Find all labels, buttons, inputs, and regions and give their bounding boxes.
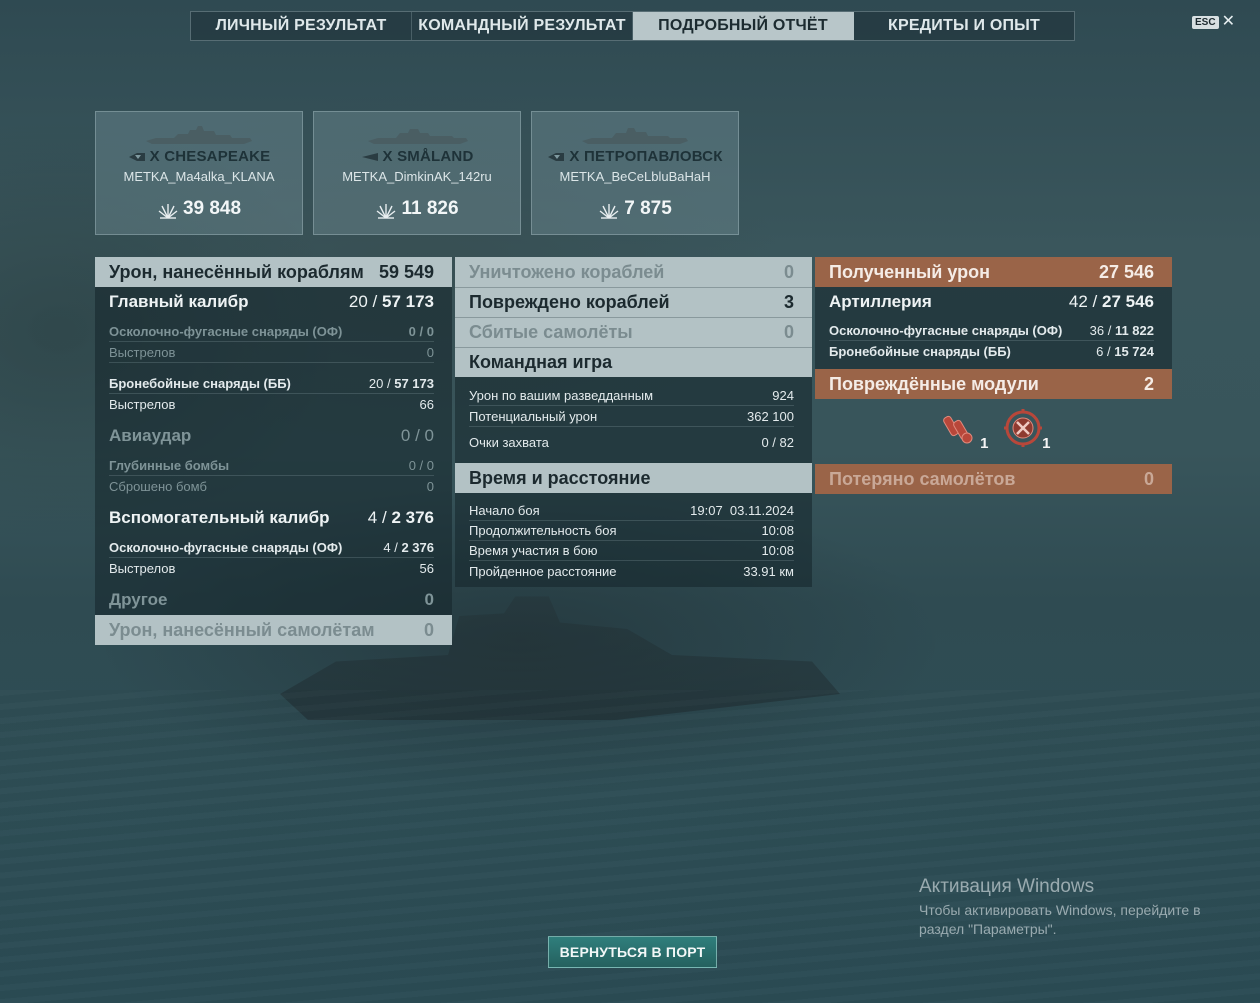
main-battery-header: Главный калибр 20 / 57 173 bbox=[95, 287, 452, 317]
bombs-dropped-row: Сброшено бомб 0 bbox=[109, 479, 434, 494]
ship-name: X SMÅLAND bbox=[383, 148, 474, 165]
ship-card[interactable]: X ПЕТРОПАВЛОВСК METKA_BeCeLbluBaHaH 7 87… bbox=[531, 111, 739, 235]
ship-silhouette-icon bbox=[368, 129, 468, 144]
tab-team-result[interactable]: КОМАНДНЫЙ РЕЗУЛЬТАТ bbox=[412, 12, 633, 40]
mb-ap-row: Бронебойные снаряды (ББ) 20 / 57 173 bbox=[109, 373, 434, 394]
aircraft-damage-header: Урон, нанесённый самолётам 0 bbox=[95, 615, 452, 645]
return-to-port-button[interactable]: ВЕРНУТЬСЯ В ПОРТ bbox=[548, 936, 717, 968]
ship-tier: X bbox=[149, 148, 160, 165]
planes-lost-header: Потеряно самолётов 0 bbox=[815, 464, 1172, 494]
damage-received-panel: Полученный урон 27 546 Артиллерия 42 / 2… bbox=[815, 257, 1172, 494]
tab-personal-result[interactable]: ЛИЧНЫЙ РЕЗУЛЬТАТ bbox=[191, 12, 412, 40]
ship-damage-value: 39 848 bbox=[182, 198, 242, 219]
destroyed-ships-header: Уничтожено кораблей 0 bbox=[455, 257, 812, 287]
player-name: METKA_DimkinAK_142ru bbox=[342, 169, 492, 184]
player-name: METKA_BeCeLbluBaHaH bbox=[559, 169, 711, 184]
steering-gear-icon bbox=[1003, 409, 1042, 447]
cruiser-icon bbox=[548, 152, 565, 161]
torpedo-tubes-module: 1 bbox=[941, 408, 989, 452]
steering-gear-module: 1 bbox=[1003, 408, 1051, 452]
esc-close-button[interactable]: ESC ✕ bbox=[1192, 13, 1235, 30]
received-ap-row: Бронебойные снаряды (ББ) 6 / 15 724 bbox=[829, 343, 1154, 359]
secondary-battery-header: Вспомогательный калибр 4 / 2 376 bbox=[95, 503, 452, 533]
ships-damage-header: Урон, нанесённый кораблям 59 549 bbox=[95, 257, 452, 287]
mb-ap-shots-row: Выстрелов 66 bbox=[109, 397, 434, 412]
other-header: Другое 0 bbox=[95, 585, 452, 615]
esc-key-label: ESC bbox=[1192, 15, 1219, 29]
damage-dealt-panel: Урон, нанесённый кораблям 59 549 Главный… bbox=[95, 257, 452, 645]
ship-damage-value: 7 875 bbox=[624, 198, 672, 219]
mb-he-shots-row: Выстрелов 0 bbox=[109, 342, 434, 363]
damage-splash-icon bbox=[377, 204, 396, 219]
sec-he-row: Осколочно-фугасные снаряды (ОФ) 4 / 2 37… bbox=[109, 537, 434, 558]
secondary-details: Осколочно-фугасные снаряды (ОФ) 4 / 2 37… bbox=[95, 533, 452, 585]
planes-shot-header: Сбитые самолёты 0 bbox=[455, 317, 812, 347]
module-count: 1 bbox=[1042, 435, 1051, 452]
time-distance-details: Начало боя 19:07 03.11.2024 Продолжитель… bbox=[455, 493, 812, 587]
result-tabs: ЛИЧНЫЙ РЕЗУЛЬТАТ КОМАНДНЫЙ РЕЗУЛЬТАТ ПОД… bbox=[190, 11, 1075, 41]
artillery-details: Осколочно-фугасные снаряды (ОФ) 36 / 11 … bbox=[815, 317, 1172, 369]
artillery-header: Артиллерия 42 / 27 546 bbox=[815, 287, 1172, 317]
distance-row: Пройденное расстояние 33.91 км bbox=[469, 563, 794, 579]
ship-name-text: ПЕТРОПАВЛОВСК bbox=[584, 148, 723, 165]
received-damage-header: Полученный урон 27 546 bbox=[815, 257, 1172, 287]
damaged-ships-header: Повреждено кораблей 3 bbox=[455, 287, 812, 317]
mb-he-row: Осколочно-фугасные снаряды (ОФ) 0 / 0 bbox=[109, 321, 434, 342]
destroyer-icon bbox=[361, 152, 378, 161]
battle-start-row: Начало боя 19:07 03.11.2024 bbox=[469, 501, 794, 521]
main-battery-details: Осколочно-фугасные снаряды (ОФ) 0 / 0 Вы… bbox=[95, 317, 452, 421]
spotting-damage-row: Урон по вашим разведданным 924 bbox=[469, 385, 794, 406]
windows-activation-title: Активация Windows bbox=[919, 876, 1095, 897]
close-icon: ✕ bbox=[1221, 13, 1235, 30]
module-count: 1 bbox=[980, 435, 989, 452]
ship-silhouette-icon bbox=[146, 126, 252, 144]
depth-charges-row: Глубинные бомбы 0 / 0 bbox=[109, 455, 434, 476]
ship-name-text: CHESAPEAKE bbox=[164, 148, 271, 165]
damaged-modules-list: 1 1 bbox=[815, 399, 1172, 461]
ship-damage-value: 11 826 bbox=[401, 198, 459, 219]
team-play-header: Командная игра bbox=[455, 347, 812, 377]
torpedo-tubes-icon bbox=[942, 415, 972, 444]
damage-splash-icon bbox=[158, 204, 178, 219]
ship-name-text: SMÅLAND bbox=[397, 148, 474, 165]
time-distance-header: Время и расстояние bbox=[455, 463, 812, 493]
time-in-battle-row: Время участия в бою 10:08 bbox=[469, 541, 794, 561]
ship-card[interactable]: X CHESAPEAKE METKA_Ma4alka_KLANA 39 848 bbox=[95, 111, 303, 235]
division-cards: X CHESAPEAKE METKA_Ma4alka_KLANA 39 848 … bbox=[95, 111, 739, 235]
sec-shots-row: Выстрелов 56 bbox=[109, 561, 434, 576]
windows-activation-text: Чтобы активировать Windows, перейдите в … bbox=[919, 902, 1201, 937]
tab-credits-xp[interactable]: КРЕДИТЫ И ОПЫТ bbox=[854, 12, 1074, 40]
capture-points-row: Очки захвата 0 / 82 bbox=[469, 435, 794, 450]
team-stats-panel: Уничтожено кораблей 0 Повреждено корабле… bbox=[455, 257, 812, 587]
ship-name: X ПЕТРОПАВЛОВСК bbox=[569, 148, 722, 165]
windows-activation-watermark: Активация Windows Чтобы активировать Win… bbox=[919, 876, 1229, 939]
ship-card[interactable]: X SMÅLAND METKA_DimkinAK_142ru 11 826 bbox=[313, 111, 521, 235]
airstrike-details: Глубинные бомбы 0 / 0 Сброшено бомб 0 bbox=[95, 451, 452, 503]
ship-tier: X bbox=[382, 148, 393, 165]
tab-detailed-report[interactable]: ПОДРОБНЫЙ ОТЧЁТ bbox=[633, 12, 854, 40]
team-play-details: Урон по вашим разведданным 924 Потенциал… bbox=[455, 377, 812, 463]
cruiser-icon bbox=[128, 152, 145, 161]
potential-damage-row: Потенциальный урон 362 100 bbox=[469, 406, 794, 427]
ship-silhouette-icon bbox=[582, 128, 688, 144]
ship-name: X CHESAPEAKE bbox=[150, 148, 271, 165]
damage-splash-icon bbox=[599, 204, 619, 219]
ship-tier: X bbox=[569, 148, 580, 165]
damaged-modules-header: Повреждённые модули 2 bbox=[815, 369, 1172, 399]
player-name: METKA_Ma4alka_KLANA bbox=[123, 169, 275, 184]
battle-duration-row: Продолжительность боя 10:08 bbox=[469, 521, 794, 541]
airstrike-header: Авиаудар 0 / 0 bbox=[95, 421, 452, 451]
received-he-row: Осколочно-фугасные снаряды (ОФ) 36 / 11 … bbox=[829, 321, 1154, 341]
